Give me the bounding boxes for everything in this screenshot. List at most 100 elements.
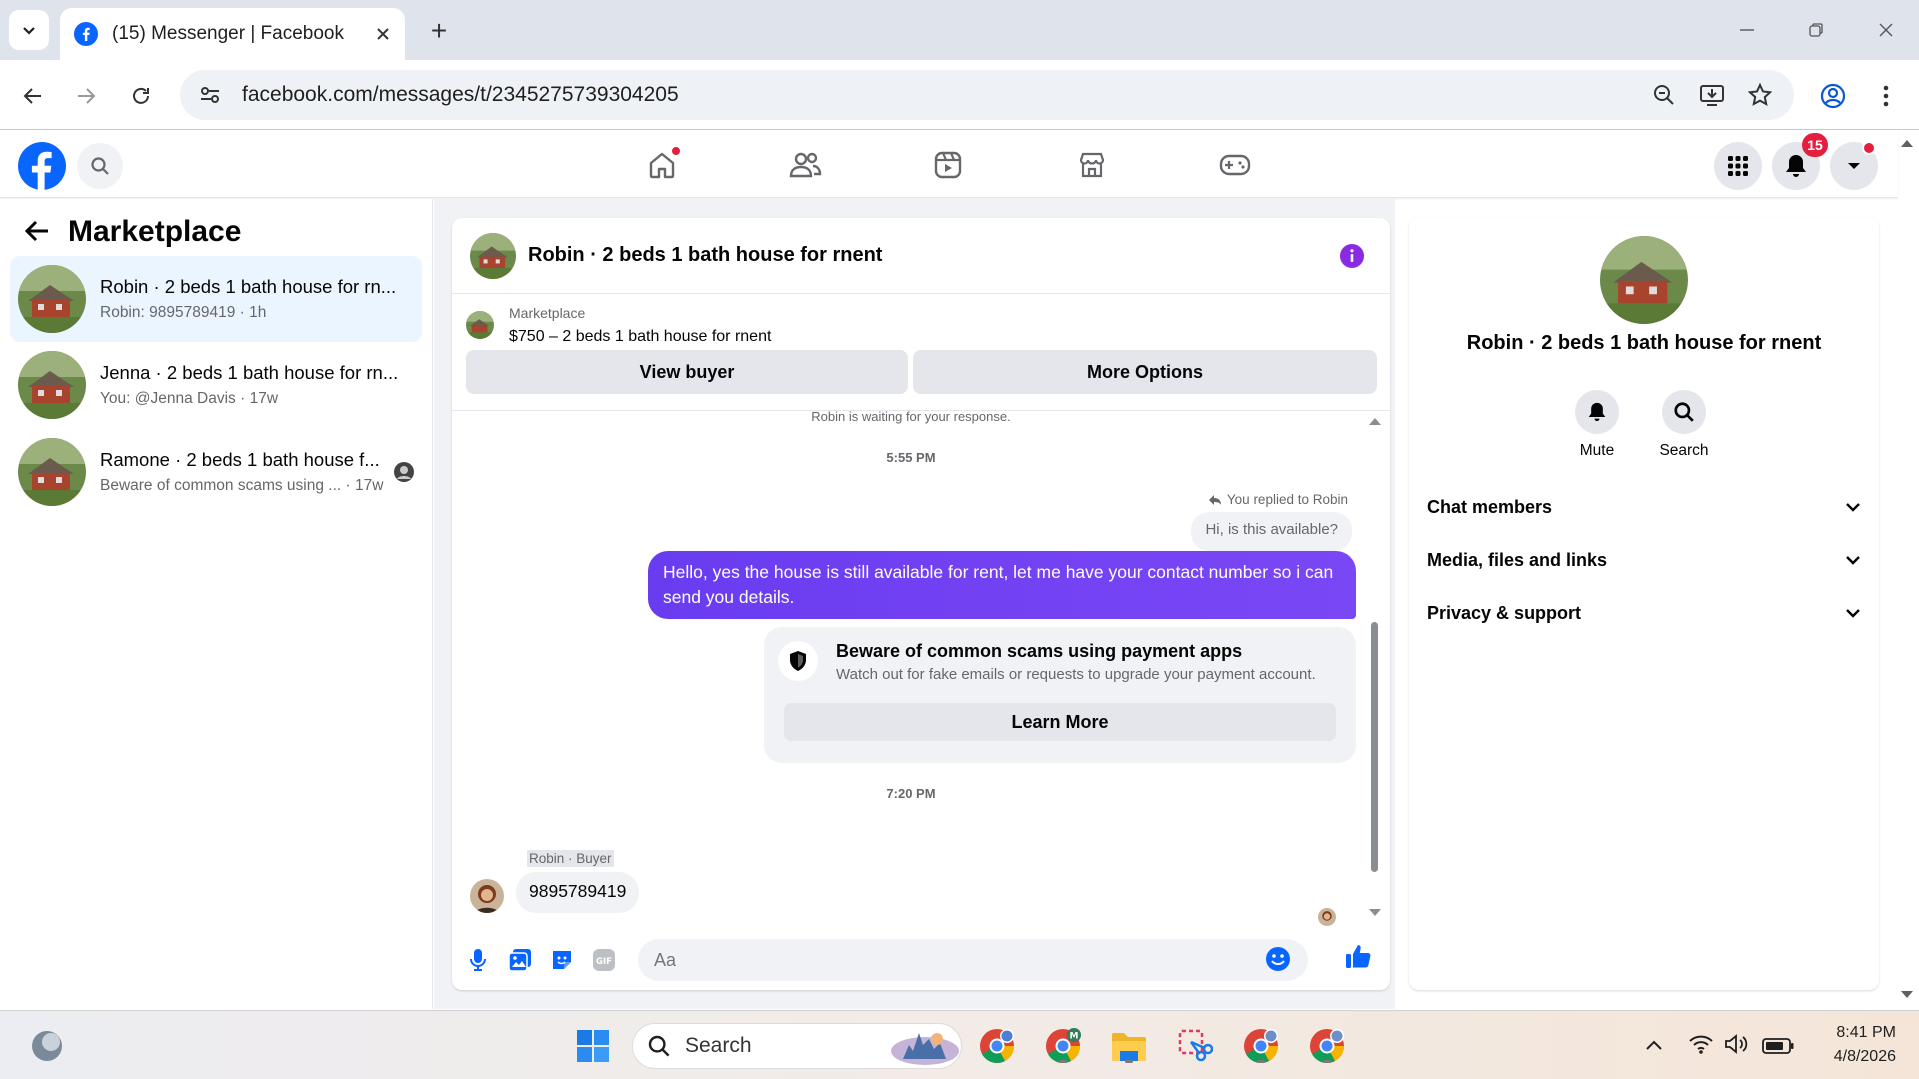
media-files-links-row[interactable]: Media, files and links bbox=[1427, 535, 1861, 585]
back-arrow-icon[interactable] bbox=[24, 219, 50, 243]
listing-thumbnail[interactable] bbox=[466, 311, 494, 339]
view-buyer-button[interactable]: View buyer bbox=[466, 350, 908, 394]
browser-menu-button[interactable] bbox=[1866, 76, 1906, 116]
conversation-item[interactable]: Jenna · 2 beds 1 bath house for rn... Yo… bbox=[10, 342, 422, 428]
robin-avatar[interactable] bbox=[470, 879, 504, 913]
close-icon bbox=[1879, 23, 1893, 37]
system-clock[interactable]: 8:41 PM 4/8/2026 bbox=[1812, 1021, 1896, 1069]
replied-note: You replied to Robin bbox=[1208, 492, 1348, 507]
reply-icon bbox=[1208, 494, 1221, 505]
quoted-message[interactable]: Hi, is this available? bbox=[1191, 512, 1352, 551]
minimize-button[interactable] bbox=[1722, 12, 1772, 48]
received-message-bubble[interactable]: 9895789419 bbox=[516, 872, 640, 913]
message-input[interactable] bbox=[638, 939, 1308, 981]
conversation-item[interactable]: Ramone · 2 beds 1 bath house f... Beware… bbox=[10, 429, 422, 515]
chrome-icon bbox=[980, 1029, 1014, 1063]
privacy-support-row[interactable]: Privacy & support bbox=[1427, 588, 1861, 638]
site-info-icon[interactable] bbox=[198, 83, 222, 107]
taskbar-file-explorer[interactable] bbox=[1106, 1023, 1152, 1069]
nav-gaming[interactable] bbox=[1213, 145, 1257, 185]
close-tab-icon[interactable] bbox=[375, 26, 391, 42]
conversation-name: Ramone · 2 beds 1 bath house f... bbox=[100, 449, 380, 470]
listing-price[interactable]: $750 – 2 beds 1 bath house for rnent bbox=[509, 328, 771, 346]
like-button[interactable] bbox=[1344, 942, 1372, 970]
conversation-preview: You: @Jenna Davis · 17w bbox=[100, 390, 279, 407]
scam-warning-card: Beware of common scams using payment app… bbox=[764, 627, 1356, 763]
mute-action[interactable]: Mute bbox=[1562, 390, 1632, 460]
menu-button[interactable] bbox=[1714, 142, 1762, 190]
wifi-icon[interactable] bbox=[1688, 1033, 1714, 1055]
close-window-button[interactable] bbox=[1861, 12, 1911, 48]
facebook-search-button[interactable] bbox=[77, 143, 123, 189]
bookmark-star-icon[interactable] bbox=[1744, 79, 1776, 111]
install-app-icon[interactable] bbox=[1696, 79, 1728, 111]
restore-button[interactable] bbox=[1791, 12, 1841, 48]
timestamp: 7:20 PM bbox=[886, 786, 936, 801]
gif-button[interactable]: GIF bbox=[588, 944, 620, 976]
page-scroll-down-icon[interactable] bbox=[1900, 990, 1914, 1000]
widgets-button[interactable] bbox=[24, 1023, 70, 1069]
chat-members-row[interactable]: Chat members bbox=[1427, 482, 1861, 532]
reload-button[interactable] bbox=[121, 76, 161, 116]
taskbar-snipping-tool[interactable] bbox=[1172, 1023, 1218, 1069]
tab-search-dropdown[interactable] bbox=[9, 10, 49, 50]
taskbar-search[interactable]: Search bbox=[632, 1023, 962, 1069]
sent-message-bubble[interactable]: Hello, yes the house is still available … bbox=[648, 551, 1356, 619]
new-tab-button[interactable]: + bbox=[422, 14, 456, 48]
running-indicator bbox=[1059, 1060, 1067, 1063]
tab-title: (15) Messenger | Facebook bbox=[112, 23, 344, 44]
volume-icon[interactable] bbox=[1724, 1033, 1750, 1055]
emoji-button[interactable] bbox=[1265, 946, 1291, 972]
conversation-preview: Beware of common scams using ... · 17w bbox=[100, 477, 384, 494]
nav-marketplace[interactable] bbox=[1070, 145, 1114, 185]
nav-home[interactable] bbox=[640, 145, 684, 185]
taskbar-chrome-1[interactable] bbox=[974, 1023, 1020, 1069]
grid-menu-icon bbox=[1728, 156, 1748, 176]
voice-clip-button[interactable] bbox=[462, 944, 494, 976]
attach-photo-button[interactable] bbox=[504, 944, 536, 976]
chat-title: Robin · 2 beds 1 bath house for rnent bbox=[528, 244, 883, 266]
details-house-thumbnail[interactable] bbox=[1600, 236, 1688, 324]
scam-warning-description: Watch out for fake emails or requests to… bbox=[836, 666, 1316, 683]
windows-logo-icon bbox=[577, 1030, 609, 1062]
scroll-down-icon[interactable] bbox=[1368, 908, 1382, 918]
chevron-up-icon[interactable] bbox=[1645, 1039, 1663, 1051]
video-icon bbox=[934, 151, 962, 179]
taskbar-chrome-4[interactable] bbox=[1304, 1023, 1350, 1069]
address-bar[interactable]: facebook.com/messages/t/2345275739304205 bbox=[180, 70, 1794, 120]
zoom-icon[interactable] bbox=[1648, 79, 1680, 111]
browser-tab[interactable]: (15) Messenger | Facebook bbox=[60, 8, 405, 60]
taskbar-chrome-3[interactable] bbox=[1238, 1023, 1284, 1069]
back-button[interactable] bbox=[13, 76, 53, 116]
page-scroll-up-icon[interactable] bbox=[1900, 138, 1914, 148]
scrollbar-thumb[interactable] bbox=[1371, 622, 1378, 872]
browser-tab-bar: (15) Messenger | Facebook + bbox=[0, 0, 1919, 60]
nav-friends[interactable] bbox=[783, 145, 827, 185]
conversation-name: Robin · 2 beds 1 bath house for rn... bbox=[100, 276, 397, 297]
scroll-up-icon[interactable] bbox=[1368, 416, 1382, 426]
emoji-icon bbox=[1266, 947, 1290, 971]
search-action[interactable]: Search bbox=[1649, 390, 1719, 460]
sticker-button[interactable] bbox=[546, 944, 578, 976]
svg-text:GIF: GIF bbox=[596, 957, 612, 967]
chevron-down-icon bbox=[1846, 556, 1860, 565]
clock-time: 8:41 PM bbox=[1836, 1024, 1896, 1041]
details-name: Robin · 2 beds 1 bath house for rnent bbox=[1466, 332, 1822, 354]
windows-taskbar: Search M 8:41 PM 4/8/2026 bbox=[0, 1010, 1919, 1079]
search-highlight-icon bbox=[891, 1033, 959, 1065]
info-icon[interactable] bbox=[1340, 244, 1364, 268]
learn-more-button[interactable]: Learn More bbox=[784, 703, 1336, 741]
chat-house-thumbnail[interactable] bbox=[470, 232, 516, 279]
forward-button[interactable] bbox=[66, 76, 106, 116]
facebook-logo-icon[interactable] bbox=[18, 142, 66, 190]
profile-button[interactable] bbox=[1813, 76, 1853, 116]
nav-video[interactable] bbox=[926, 145, 970, 185]
battery-icon[interactable] bbox=[1762, 1037, 1794, 1055]
start-button[interactable] bbox=[570, 1023, 616, 1069]
taskbar-chrome-2[interactable]: M bbox=[1040, 1023, 1086, 1069]
more-options-button[interactable]: More Options bbox=[913, 350, 1377, 394]
chat-header: Robin · 2 beds 1 bath house for rnent bbox=[452, 218, 1390, 294]
url-text[interactable]: facebook.com/messages/t/2345275739304205 bbox=[242, 83, 1632, 107]
house-thumbnail bbox=[18, 438, 86, 506]
conversation-item[interactable]: Robin · 2 beds 1 bath house for rn... Ro… bbox=[10, 256, 422, 342]
